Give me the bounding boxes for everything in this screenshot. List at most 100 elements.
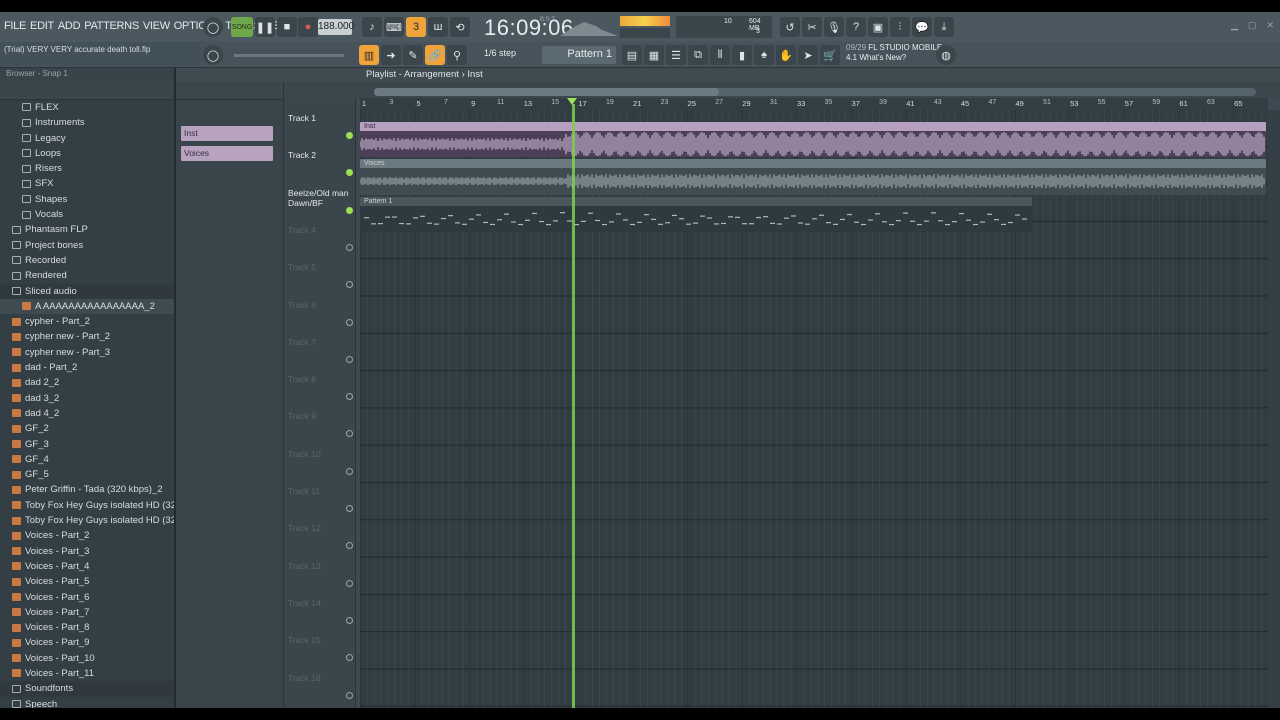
browser-item[interactable]: A AAAAAAAAAAAAAAAA_2 <box>0 298 174 315</box>
browser-item[interactable]: Speech <box>0 697 174 708</box>
track-header[interactable]: Track 4 <box>284 222 356 259</box>
browser-item[interactable]: Soundfonts <box>0 681 174 697</box>
menu-edit[interactable]: EDIT <box>30 20 54 32</box>
tag-icon[interactable]: ➤ <box>798 45 818 65</box>
browser-item[interactable]: Rendered <box>0 268 174 283</box>
browser-item[interactable]: GF_2 <box>0 421 174 436</box>
picker-clip[interactable]: Inst <box>181 126 273 141</box>
browser-item[interactable]: Toby Fox Hey Guys isolated HD (320 kbps)… <box>0 498 174 513</box>
timeline-ruler[interactable]: 1 3 5 7 9 11 13 15 17 19 21 23 25 27 29 31 33 35 37 39 41 43 4… <box>360 98 1268 110</box>
browser-item[interactable]: Recorded <box>0 253 174 268</box>
browser-item[interactable]: Risers <box>0 161 174 176</box>
track-header[interactable]: Track 13 <box>284 558 356 595</box>
browser-item[interactable]: Voices - Part_5 <box>0 574 174 589</box>
channel-rack-icon[interactable]: ▦ <box>644 45 664 65</box>
track-mute-button[interactable] <box>346 132 353 139</box>
browser-item[interactable]: Voices - Part_2 <box>0 528 174 543</box>
track-header[interactable]: Track 1 <box>284 110 356 147</box>
browser-item[interactable]: Voices - Part_10 <box>0 651 174 666</box>
track-header[interactable]: Beelze/Old man Dawn/BF <box>284 185 356 222</box>
download-icon[interactable]: ⤓ <box>934 17 954 37</box>
piano-roll-icon[interactable]: ▥ <box>359 45 379 65</box>
browser-item[interactable]: Vocals <box>0 207 174 222</box>
track-mute-button[interactable] <box>346 579 353 587</box>
menu-file[interactable]: FILE <box>4 20 26 32</box>
browser-item[interactable]: SFX <box>0 176 174 191</box>
master-pitch[interactable] <box>620 28 670 38</box>
tuner-icon[interactable]: ✋ <box>776 45 796 65</box>
track-header[interactable]: Track 16 <box>284 670 356 707</box>
browser-item[interactable]: Phantasm FLP <box>0 222 174 237</box>
picker-clip[interactable]: Voices <box>181 146 273 161</box>
link-icon[interactable]: 🔗 <box>425 45 445 65</box>
track-mute-button[interactable] <box>346 467 353 475</box>
tempo-display[interactable]: 188.000 <box>318 19 354 35</box>
track-mute-button[interactable] <box>346 318 353 326</box>
snap-selector[interactable]: 1/6 step <box>484 48 516 58</box>
scroll-thumb[interactable] <box>374 88 719 96</box>
arrangement-grid[interactable]: Inst Voices Pattern 1 <box>360 110 1268 708</box>
help-icon[interactable]: ? <box>846 17 866 37</box>
globe-icon[interactable]: ◍ <box>936 45 956 65</box>
project-icon[interactable]: ▮ <box>732 45 752 65</box>
arrow-right-icon[interactable]: ➜ <box>381 45 401 65</box>
playlist-clip[interactable]: Pattern 1 <box>360 196 1032 232</box>
browser-item[interactable]: Voices - Part_7 <box>0 605 174 620</box>
save-icon[interactable]: ▣ <box>868 17 888 37</box>
pause-icon[interactable]: ❚❚ <box>255 17 275 37</box>
song-mode-button[interactable]: SONG <box>231 17 253 37</box>
menu-add[interactable]: ADD <box>58 20 81 32</box>
track-mute-button[interactable] <box>346 505 353 512</box>
countdown-icon[interactable]: 3 <box>406 17 426 37</box>
track-header[interactable]: Track 9 <box>284 408 356 445</box>
maximize-icon[interactable]: ▢ <box>1248 20 1257 31</box>
horizontal-scrollbar[interactable] <box>374 88 1256 96</box>
vertical-scrollbar[interactable] <box>1268 110 1280 708</box>
plugin-picker-icon[interactable]: ⧉ <box>688 45 708 65</box>
track-mute-button[interactable] <box>346 206 353 214</box>
track-mute-button[interactable] <box>346 654 353 662</box>
cart-icon[interactable]: 🛒 <box>820 45 840 65</box>
track-mute-button[interactable] <box>346 616 353 624</box>
browser-item[interactable]: Voices - Part_3 <box>0 544 174 559</box>
browser-item[interactable]: Legacy <box>0 131 174 146</box>
track-mute-button[interactable] <box>346 542 353 550</box>
track-mute-button[interactable] <box>346 169 353 177</box>
browser-item[interactable]: dad 3_2 <box>0 391 174 406</box>
news-panel[interactable]: 09/29 FL STUDIO MOBILE 4.1 What's New? <box>846 43 942 63</box>
pattern-selector[interactable]: Pattern 1 <box>542 46 616 64</box>
track-mute-button[interactable] <box>346 243 353 251</box>
browser-item[interactable]: dad 2_2 <box>0 375 174 390</box>
track-mute-button[interactable] <box>346 430 353 438</box>
minimize-icon[interactable]: ▁ <box>1231 20 1238 31</box>
record-icon[interactable]: ● <box>298 17 318 37</box>
browser-item[interactable]: FLEX <box>0 100 174 115</box>
main-pitch-knob[interactable]: ◯ <box>203 45 223 65</box>
mic-icon[interactable]: 🎙 <box>824 17 844 37</box>
mixer-view-icon[interactable]: ☰ <box>666 45 686 65</box>
browser-item[interactable]: Loops <box>0 146 174 161</box>
browser-item[interactable]: dad - Part_2 <box>0 360 174 375</box>
browser-item[interactable]: Voices - Part_11 <box>0 666 174 681</box>
track-header[interactable]: Track 11 <box>284 483 356 520</box>
master-volume-knob[interactable]: ◯ <box>203 17 223 37</box>
track-header[interactable]: Track 2 <box>284 147 356 184</box>
track-mute-button[interactable] <box>346 691 353 699</box>
playlist-icon[interactable]: ▤ <box>622 45 642 65</box>
browser-icon[interactable]: ⫴ <box>710 45 730 65</box>
cut-icon[interactable]: ✂ <box>802 17 822 37</box>
loop-record-icon[interactable]: ⟲ <box>450 17 470 37</box>
browser-item[interactable]: Toby Fox Hey Guys isolated HD (320 kbps)… <box>0 513 174 528</box>
track-header[interactable]: Track 8 <box>284 371 356 408</box>
stamp-icon[interactable]: ⚲ <box>447 45 467 65</box>
track-mute-button[interactable] <box>346 355 353 363</box>
browser-item[interactable]: GF_4 <box>0 452 174 467</box>
browser-item[interactable]: GF_5 <box>0 467 174 482</box>
browser-item[interactable]: dad 4_2 <box>0 406 174 421</box>
browser-item[interactable]: GF_3 <box>0 437 174 452</box>
browser-item[interactable]: cypher new - Part_2 <box>0 329 174 344</box>
stop-icon[interactable]: ■ <box>277 17 297 37</box>
undo-icon[interactable]: ↺ <box>780 17 800 37</box>
wait-input-icon[interactable]: ⌨ <box>384 17 404 37</box>
track-mute-button[interactable] <box>346 281 353 289</box>
